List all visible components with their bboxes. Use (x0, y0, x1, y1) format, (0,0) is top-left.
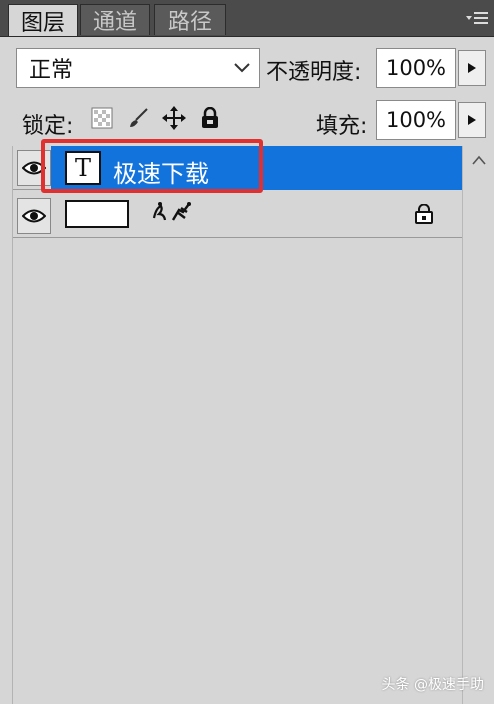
lock-transparent-icon[interactable] (90, 106, 114, 130)
fill-slider-button[interactable] (458, 102, 486, 138)
chevron-down-icon (234, 63, 250, 73)
layer-name-glyphs (152, 202, 191, 221)
lock-all-icon[interactable] (198, 106, 222, 130)
eye-icon[interactable] (17, 198, 51, 234)
background-lock-icon (415, 204, 433, 224)
panel-tab-bar: 图层 通道 路径 (0, 0, 494, 37)
lock-paint-icon[interactable] (126, 106, 150, 130)
layer-row-text[interactable]: T 极速下载 (13, 139, 463, 193)
play-arrow-icon (468, 115, 476, 125)
blend-mode-value: 正常 (29, 58, 74, 83)
layer-row-background[interactable] (13, 194, 463, 238)
opacity-slider-button[interactable] (458, 50, 486, 86)
watermark-text: 头条 @极速手助 (381, 677, 484, 693)
opacity-input[interactable]: 100% (376, 48, 456, 88)
fill-label: 填充: (316, 114, 368, 139)
tab-channels[interactable]: 通道 (80, 4, 150, 35)
background-layer-thumbnail (65, 200, 129, 228)
lock-label: 锁定: (22, 114, 74, 139)
tab-paths[interactable]: 路径 (154, 4, 226, 35)
fill-input[interactable]: 100% (376, 100, 456, 140)
panel-menu-icon[interactable] (466, 10, 488, 26)
layer-name-background[interactable] (151, 200, 195, 230)
play-arrow-icon (468, 63, 476, 73)
blend-mode-select[interactable]: 正常 (16, 48, 260, 88)
layers-list: T 极速下载 (12, 139, 463, 704)
annotation-highlight-box (41, 139, 263, 193)
lock-move-icon[interactable] (162, 106, 186, 130)
opacity-label: 不透明度: (266, 60, 362, 85)
layers-scrollbar[interactable] (462, 146, 494, 704)
chevron-up-icon[interactable] (471, 154, 487, 166)
tab-layers[interactable]: 图层 (8, 4, 78, 36)
